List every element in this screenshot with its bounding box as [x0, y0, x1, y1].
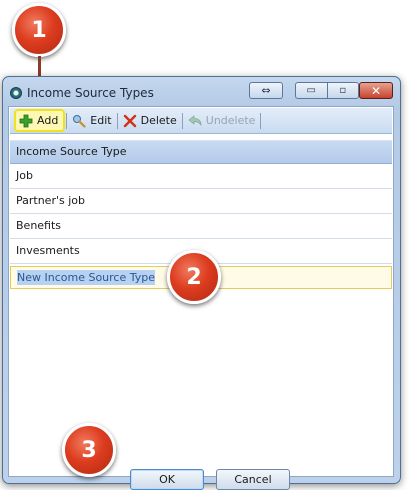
cancel-button[interactable]: Cancel — [216, 469, 290, 490]
close-icon: ✕ — [370, 83, 382, 98]
maximize-button[interactable]: ▫ — [327, 82, 359, 99]
grid-row[interactable]: Benefits — [10, 214, 392, 239]
callout-badge-2: 2 — [167, 250, 221, 304]
undelete-label: Undelete — [205, 114, 256, 127]
toolbar-separator — [66, 112, 68, 129]
ok-label: OK — [159, 473, 175, 486]
new-row-selected-text: New Income Source Type — [17, 270, 156, 285]
delete-label: Delete — [140, 114, 177, 127]
restore-icon: ⇔ — [261, 84, 271, 97]
undelete-button[interactable]: Undelete — [184, 110, 260, 131]
minimize-icon: ▭ — [306, 85, 316, 96]
callout-number: 1 — [31, 17, 47, 43]
delete-button[interactable]: Delete — [119, 110, 181, 131]
edit-icon — [72, 114, 86, 128]
window-title: Income Source Types — [27, 86, 154, 100]
close-button[interactable]: ✕ — [359, 82, 393, 99]
add-button[interactable]: Add — [14, 109, 66, 132]
minimize-button[interactable]: ▭ — [295, 82, 328, 99]
ok-button[interactable]: OK — [130, 469, 204, 490]
restore-button[interactable]: ⇔ — [249, 82, 283, 99]
toolbar-separator — [181, 112, 183, 129]
toolbar-separator — [116, 112, 118, 129]
callout-badge-1: 1 — [12, 3, 66, 57]
callout-number: 2 — [186, 264, 202, 290]
toolbar: Add Edit Delete Undelete — [10, 108, 392, 134]
callout-badge-3: 3 — [62, 423, 116, 477]
grid-row[interactable]: Job — [10, 164, 392, 189]
edit-label: Edit — [90, 114, 112, 127]
callout-number: 3 — [81, 437, 97, 463]
title-bar: Income Source Types ⇔ ▭ ▫ ✕ — [3, 77, 400, 107]
toolbar-separator — [260, 112, 262, 129]
delete-x-icon — [123, 114, 137, 128]
column-header[interactable]: Income Source Type — [10, 140, 392, 164]
window-controls: ▭ ▫ — [295, 82, 359, 99]
add-label: Add — [37, 114, 59, 127]
cancel-label: Cancel — [234, 473, 272, 486]
app-icon — [10, 87, 22, 99]
grid-row[interactable]: Partner's job — [10, 189, 392, 214]
maximize-icon: ▫ — [339, 85, 347, 96]
undo-arrow-icon — [188, 114, 202, 128]
plus-icon — [19, 114, 33, 128]
edit-button[interactable]: Edit — [68, 110, 115, 131]
